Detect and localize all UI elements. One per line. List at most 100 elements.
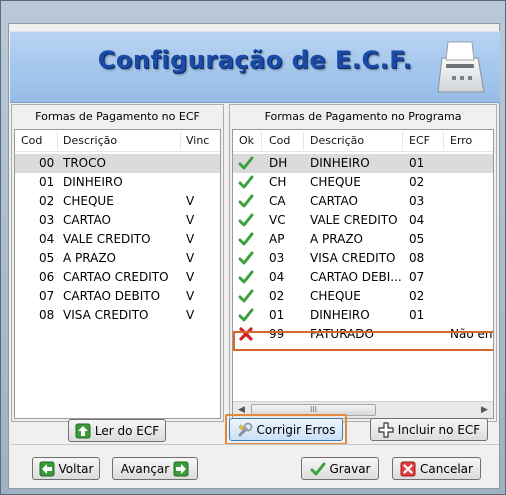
column-header-erro[interactable]: Erro <box>450 134 472 147</box>
ecf-payment-list[interactable]: Cod Descrição Vinc 00 TROCO 01 DINHEIRO 02 CH… <box>14 129 221 419</box>
column-header-descricao[interactable]: Descrição <box>63 134 117 147</box>
arrow-right-icon <box>173 461 189 476</box>
list-item[interactable]: 04 VALE CREDITO V <box>15 230 220 249</box>
description-cell: FATURADO <box>310 327 374 341</box>
description-cell: CHEQUE <box>63 194 114 208</box>
checkmark-icon <box>238 270 254 284</box>
description-cell: DINHEIRO <box>63 175 123 189</box>
vinc-cell: V <box>186 213 195 227</box>
list-item-error[interactable]: 99 FATURADO Não enc <box>233 325 493 344</box>
checkmark-icon <box>238 251 254 265</box>
list-item[interactable]: 05 A PRAZO V <box>15 249 220 268</box>
column-divider[interactable] <box>443 132 444 150</box>
save-button[interactable]: Gravar <box>301 457 379 480</box>
program-payment-panel: Formas de Pagamento no Programa Ok Cod D… <box>229 104 497 422</box>
description-cell: CARTAO CREDITO <box>63 270 169 284</box>
list-item[interactable]: 03 VISA CREDITO 08 <box>233 249 493 268</box>
cod-cell: 03 <box>269 251 285 265</box>
ecf-cell: 04 <box>409 213 425 227</box>
column-divider[interactable] <box>261 132 262 150</box>
list-item[interactable]: CH CHEQUE 02 <box>233 173 493 192</box>
list-item[interactable]: 07 CARTAO DEBITO V <box>15 287 220 306</box>
checkmark-icon <box>238 194 254 208</box>
description-cell: A PRAZO <box>63 251 116 265</box>
fix-errors-button[interactable]: Corrigir Erros <box>229 418 343 441</box>
column-divider[interactable] <box>180 132 181 150</box>
checkmark-icon <box>238 232 254 246</box>
column-header-ok[interactable]: Ok <box>239 134 254 147</box>
close-icon <box>400 461 416 476</box>
cod-cell: 01 <box>269 308 285 322</box>
printer-icon <box>437 41 485 93</box>
ecf-cell: 01 <box>409 156 425 170</box>
cod-cell: 01 <box>39 175 55 189</box>
ecf-panel-caption: Formas de Pagamento no ECF <box>35 110 200 123</box>
next-label: Avançar <box>120 461 170 476</box>
list-item[interactable]: 02 CHEQUE 02 <box>233 287 493 306</box>
column-divider[interactable] <box>303 132 304 150</box>
description-cell: TROCO <box>63 156 106 170</box>
cod-cell: 02 <box>269 289 285 303</box>
footer-divider <box>11 444 499 445</box>
error-x-icon <box>239 327 253 341</box>
cod-cell: VC <box>269 213 286 227</box>
column-divider[interactable] <box>402 132 403 150</box>
ecf-cell: 02 <box>409 175 425 189</box>
cod-cell: AP <box>269 232 285 246</box>
list-item[interactable]: CA CARTAO 03 <box>233 192 493 211</box>
description-cell: VALE CREDITO <box>310 213 398 227</box>
cod-cell: 03 <box>39 213 55 227</box>
include-ecf-label: Incluir no ECF <box>397 422 481 437</box>
checkmark-icon <box>238 213 254 227</box>
vinc-cell: V <box>186 251 195 265</box>
list-item[interactable]: 08 VISA CREDITO V <box>15 306 220 325</box>
cod-cell: DH <box>269 156 288 170</box>
cancel-button[interactable]: Cancelar <box>392 457 481 480</box>
column-header-descricao[interactable]: Descrição <box>310 134 364 147</box>
cod-cell: 04 <box>39 232 55 246</box>
fix-errors-label: Corrigir Erros <box>256 422 336 437</box>
description-cell: CARTAO DEBITO <box>63 289 161 303</box>
scroll-right-arrow-icon[interactable]: ▶ <box>476 402 493 418</box>
column-header-ecf[interactable]: ECF <box>409 134 430 147</box>
list-item[interactable]: 01 DINHEIRO <box>15 173 220 192</box>
ecf-cell: 03 <box>409 194 425 208</box>
list-item[interactable]: AP A PRAZO 05 <box>233 230 493 249</box>
program-payment-list[interactable]: Ok Cod Descrição ECF Erro DH DINHEIRO 01 CH… <box>232 129 494 419</box>
description-cell: VALE CREDITO <box>63 232 151 246</box>
description-cell: CARTAO DEBI... <box>310 270 402 284</box>
dialog-client-area: Configuração de E.C.F. Formas de Pagamen… <box>8 23 500 489</box>
next-button[interactable]: Avançar <box>112 457 198 480</box>
list-item[interactable]: 01 DINHEIRO 01 <box>233 306 493 325</box>
cod-cell: 04 <box>269 270 285 284</box>
list-item[interactable]: DH DINHEIRO 01 <box>233 154 493 173</box>
cod-cell: 05 <box>39 251 55 265</box>
description-cell: CHEQUE <box>310 289 361 303</box>
description-cell: CARTAO <box>310 194 358 208</box>
dialog-window: Configuração de E.C.F. Formas de Pagamen… <box>0 0 506 495</box>
page-title: Configuração de E.C.F. <box>97 46 413 74</box>
list-item[interactable]: 03 CARTAO V <box>15 211 220 230</box>
list-item[interactable]: 02 CHEQUE V <box>15 192 220 211</box>
list-item[interactable]: 00 TROCO <box>15 154 220 173</box>
checkmark-icon <box>310 462 325 475</box>
back-button[interactable]: Voltar <box>32 457 100 480</box>
cod-cell: 08 <box>39 308 55 322</box>
column-divider[interactable] <box>57 132 58 150</box>
cod-cell: 02 <box>39 194 55 208</box>
checkmark-icon <box>238 156 254 170</box>
column-header-vinc[interactable]: Vinc <box>186 134 209 147</box>
vinc-cell: V <box>186 308 195 322</box>
list-item[interactable]: 06 CARTAO CREDITO V <box>15 268 220 287</box>
list-item[interactable]: 04 CARTAO DEBI... 07 <box>233 268 493 287</box>
read-ecf-button[interactable]: Ler do ECF <box>68 419 166 442</box>
column-header-cod[interactable]: Cod <box>269 134 290 147</box>
scrollbar-thumb-grip: III <box>309 405 318 414</box>
list-item[interactable]: VC VALE CREDITO 04 <box>233 211 493 230</box>
include-ecf-button[interactable]: Incluir no ECF <box>370 418 488 441</box>
ecf-list-header: Cod Descrição Vinc <box>15 130 220 152</box>
ecf-cell: 07 <box>409 270 425 284</box>
vinc-cell: V <box>186 194 195 208</box>
ecf-cell: 01 <box>409 308 425 322</box>
column-header-cod[interactable]: Cod <box>21 134 42 147</box>
